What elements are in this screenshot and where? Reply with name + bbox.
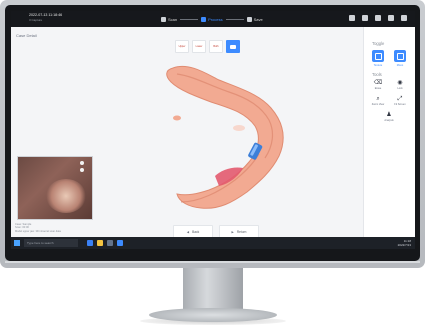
windows-logo-icon — [17, 243, 20, 246]
taskbar-search[interactable]: Type here to search — [24, 239, 78, 247]
settings-icon[interactable] — [375, 15, 381, 21]
step-label: Save — [253, 16, 263, 22]
tool-label: Analysis — [384, 119, 394, 122]
process-icon — [201, 16, 207, 22]
arrow-right-icon: ▶ — [231, 229, 234, 234]
system-tray[interactable]: 11:18 2022/7/13 — [398, 239, 411, 247]
eraser-icon: ⌫ — [373, 80, 383, 86]
camera-expand-icon[interactable] — [80, 168, 84, 172]
tool-lock[interactable]: ◉ Lock — [390, 80, 410, 90]
step-scan[interactable]: Scan — [161, 16, 178, 22]
tray-date: 2022/7/13 — [397, 243, 411, 247]
model-view-icon — [230, 44, 236, 49]
person-icon: ♟ — [386, 112, 392, 118]
fit-screen-icon: ⤢ — [397, 96, 403, 102]
tool-zoom[interactable]: ⌕ Zoom View — [368, 96, 388, 106]
scan-info: Case: Sample Scan: 00:00 Model upper jaw… — [15, 223, 61, 233]
arrow-left-icon: ◀ — [186, 229, 190, 234]
tab-both-label: Both — [213, 45, 219, 48]
step-label: Scan — [168, 16, 178, 22]
windows-logo-icon — [14, 240, 17, 243]
step-label: Process — [208, 16, 223, 22]
folder-icon[interactable] — [97, 240, 103, 246]
start-button[interactable] — [14, 240, 20, 246]
monitor-frame: 2022-07-13 11:18:46 3 Capture Scan Proce… — [0, 0, 425, 268]
magnifier-icon: ⌕ — [376, 96, 380, 102]
minimize-icon[interactable] — [388, 15, 394, 21]
right-panel: Toggle Texture Mono Tools ⌫ Erase ◉ Lock… — [363, 27, 415, 237]
header-subtitle: 3 Capture — [29, 18, 43, 22]
tool-label: Fit Screen — [394, 103, 406, 106]
monitor-stand-base — [149, 308, 277, 322]
tab-lower[interactable]: Lower — [192, 40, 206, 53]
monitor-stand-neck — [183, 268, 243, 312]
camera-image — [46, 179, 86, 213]
viewport[interactable]: Case Detail Upper Lower Both Case: Sampl… — [11, 27, 363, 238]
windows-logo-icon — [14, 243, 17, 246]
store-icon[interactable] — [107, 240, 113, 246]
camera-close-icon[interactable] — [80, 161, 84, 165]
toggle-title: Toggle — [372, 41, 385, 46]
windows-taskbar: Type here to search 11:18 2022/7/13 — [11, 237, 415, 249]
tab-upper-label: Upper — [178, 45, 186, 48]
tab-lower-label: Lower — [195, 45, 203, 48]
mono-icon — [396, 52, 404, 60]
tool-label: Zoom View — [371, 103, 385, 106]
header-datetime: 2022-07-13 11:18:46 — [29, 13, 63, 17]
save-icon — [246, 16, 252, 22]
edge-icon[interactable] — [87, 240, 93, 246]
texture-icon — [374, 52, 382, 60]
texture-label: Texture — [373, 64, 383, 67]
eye-icon: ◉ — [397, 80, 403, 86]
step-save[interactable]: Save — [246, 16, 263, 22]
mono-toggle[interactable] — [394, 50, 406, 62]
texture-toggle[interactable] — [372, 50, 384, 62]
step-divider — [180, 18, 199, 20]
tool-label: Erase — [374, 87, 382, 90]
monitor-chin — [5, 261, 420, 263]
close-icon[interactable] — [401, 15, 407, 21]
share-icon[interactable] — [362, 15, 368, 21]
mono-label: Mono — [396, 64, 404, 67]
top-bar: 2022-07-13 11:18:46 3 Capture Scan Proce… — [11, 11, 415, 27]
case-title: Case Detail — [16, 33, 37, 38]
tool-analysis[interactable]: ♟ Analysis — [379, 112, 399, 122]
tool-label: Lock — [397, 87, 403, 90]
tab-upper[interactable]: Upper — [175, 40, 189, 53]
next-button-label: Return — [236, 229, 247, 234]
tab-both[interactable]: Both — [209, 40, 223, 53]
tool-fit[interactable]: ⤢ Fit Screen — [390, 96, 410, 106]
screenshot-icon[interactable] — [349, 15, 355, 21]
back-button-label: Back — [192, 229, 200, 234]
tab-model-view[interactable] — [226, 40, 240, 53]
windows-logo-icon — [17, 240, 20, 243]
workflow-steps: Scan Process Save — [161, 15, 263, 23]
scanner-app-icon[interactable] — [117, 240, 123, 246]
info-line: Model upper jaw: 3D intraoral scan data — [15, 229, 61, 233]
jaw-scan-model[interactable] — [159, 64, 309, 214]
step-divider — [225, 18, 244, 20]
step-process[interactable]: Process — [201, 16, 223, 22]
screen: 2022-07-13 11:18:46 3 Capture Scan Proce… — [11, 11, 415, 249]
top-icon-group — [349, 15, 407, 21]
scan-icon — [161, 16, 166, 22]
tools-title: Tools — [372, 72, 382, 77]
taskbar-apps — [87, 240, 123, 246]
tool-erase[interactable]: ⌫ Erase — [368, 80, 388, 90]
view-tabs: Upper Lower Both — [175, 40, 240, 53]
intraoral-camera-preview[interactable] — [17, 156, 93, 220]
